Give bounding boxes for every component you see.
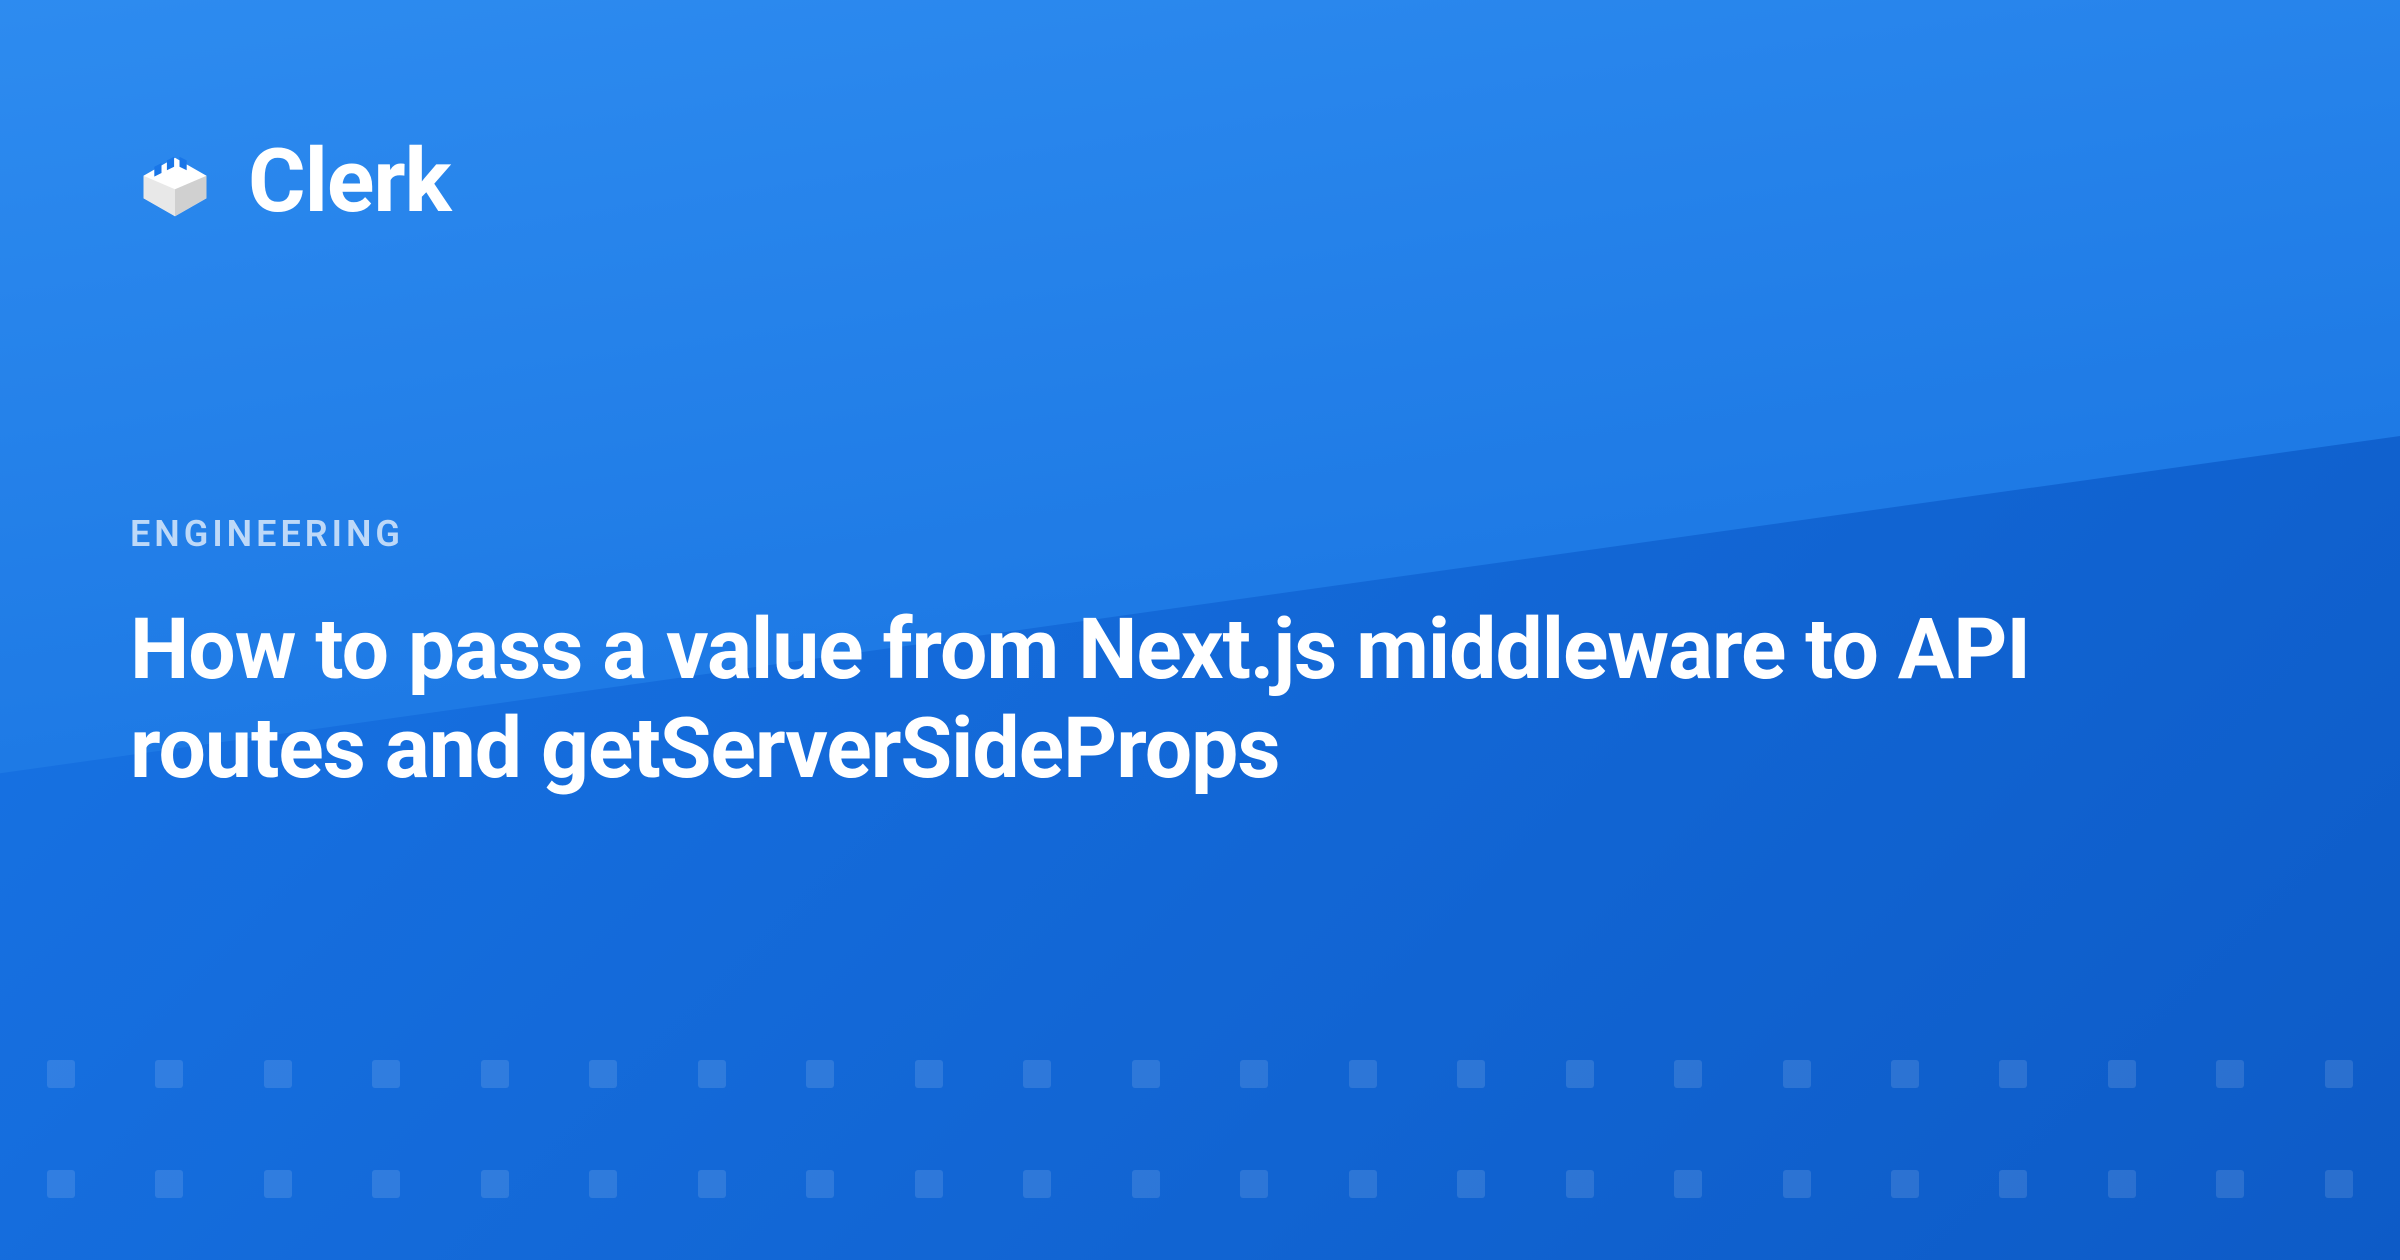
logo-container: Clerk: [130, 130, 2270, 233]
category-label: ENGINEERING: [130, 513, 2270, 555]
logo-brand-text: Clerk: [248, 130, 451, 233]
clerk-logo-icon: [130, 137, 220, 227]
article-title: How to pass a value from Next.js middlew…: [130, 600, 2230, 798]
content-container: Clerk ENGINEERING How to pass a value fr…: [0, 0, 2400, 1260]
